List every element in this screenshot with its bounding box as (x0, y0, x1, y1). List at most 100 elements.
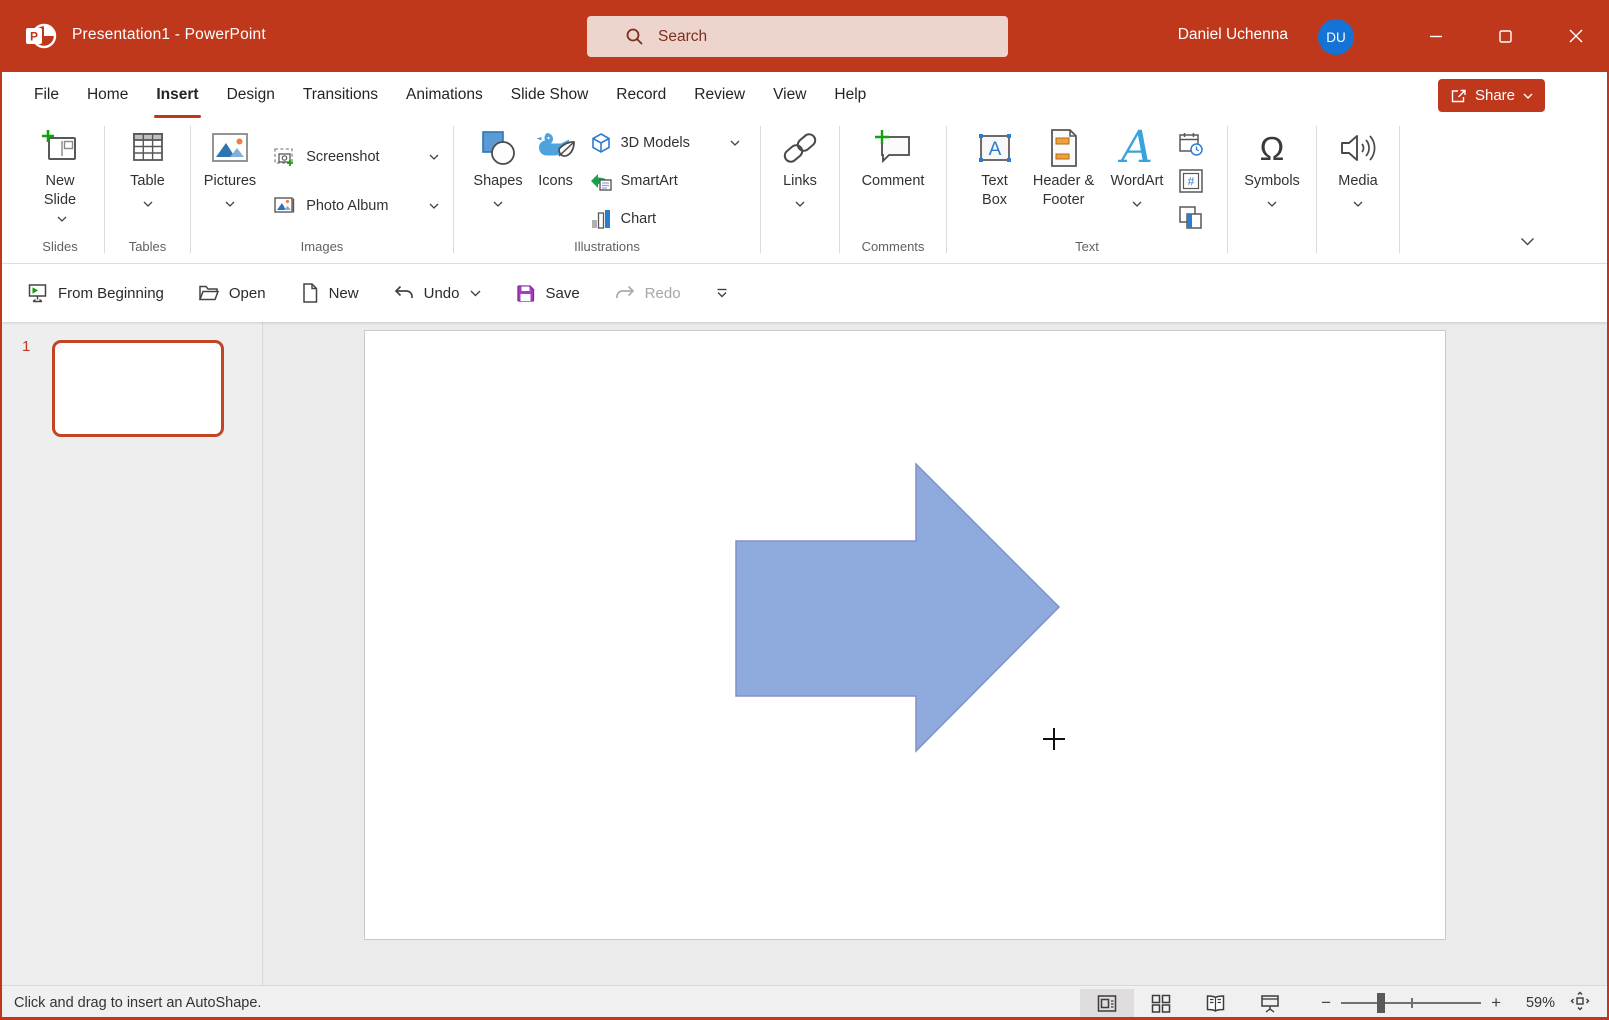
open-button[interactable]: Open (198, 283, 266, 303)
tab-help[interactable]: Help (820, 72, 880, 118)
quick-access-toolbar: From Beginning Open New Undo (2, 264, 1607, 322)
shapes-button[interactable]: Shapes (468, 122, 527, 239)
slide-sorter-view-button[interactable] (1134, 989, 1188, 1018)
zoom-in-button[interactable]: + (1481, 993, 1511, 1013)
group-label-slides: Slides (16, 239, 104, 263)
search-input[interactable]: Search (587, 16, 1008, 57)
title-bar: P Presentation1 - PowerPoint Search Dani… (2, 0, 1607, 72)
slide-show-button[interactable] (1243, 989, 1297, 1018)
new-slide-button[interactable]: New Slide (30, 122, 90, 239)
zoom-slider[interactable] (1341, 1002, 1481, 1004)
group-comments: Comment Comments (840, 118, 946, 263)
zoom-out-button[interactable]: − (1311, 993, 1341, 1013)
symbols-button[interactable]: Ω Symbols (1239, 122, 1305, 239)
close-button[interactable] (1552, 0, 1599, 72)
share-icon (1450, 88, 1467, 104)
svg-text:P: P (30, 30, 38, 44)
minimize-icon (1429, 29, 1443, 43)
smartart-icon (590, 170, 612, 192)
status-message: Click and drag to insert an AutoShape. (2, 995, 261, 1011)
open-folder-icon (198, 283, 220, 303)
search-icon (625, 27, 644, 46)
pictures-button[interactable]: Pictures (199, 122, 261, 239)
reading-view-button[interactable] (1188, 989, 1243, 1018)
group-links: Links (761, 118, 839, 263)
redo-button[interactable]: Redo (614, 283, 681, 303)
tab-slide-show[interactable]: Slide Show (497, 72, 603, 118)
toolbar-overflow-icon (715, 287, 729, 300)
workspace: 1 (2, 322, 1607, 985)
tab-animations[interactable]: Animations (392, 72, 497, 118)
collapse-ribbon-button[interactable] (1516, 229, 1539, 255)
media-speaker-icon (1338, 131, 1378, 165)
tab-record[interactable]: Record (602, 72, 680, 118)
icons-button[interactable]: Icons (530, 122, 582, 239)
object-button[interactable] (1176, 204, 1206, 232)
slide-canvas[interactable] (364, 330, 1446, 940)
header-footer-button[interactable]: Header & Footer (1026, 122, 1102, 239)
photo-album-button[interactable]: Photo Album (267, 193, 445, 219)
wordart-icon: A (1121, 126, 1153, 170)
table-button[interactable]: Table (124, 122, 172, 239)
maximize-button[interactable] (1482, 0, 1529, 72)
screenshot-button[interactable]: Screenshot (267, 143, 445, 171)
tab-review[interactable]: Review (680, 72, 759, 118)
slide-number-button[interactable]: # (1176, 167, 1206, 195)
pictures-icon (209, 130, 251, 166)
group-label-illustrations: Illustrations (454, 239, 760, 263)
from-beginning-icon (27, 282, 49, 304)
chevron-down-icon (429, 203, 439, 209)
save-button[interactable]: Save (515, 283, 579, 304)
user-avatar[interactable]: DU (1318, 19, 1354, 55)
text-box-button[interactable]: A Text Box (968, 122, 1022, 239)
slide-thumbnail-panel: 1 (2, 322, 263, 985)
tab-insert[interactable]: Insert (142, 72, 212, 118)
maximize-icon (1499, 30, 1512, 43)
powerpoint-window: P Presentation1 - PowerPoint Search Dani… (0, 0, 1609, 1020)
slide-thumbnail-1[interactable] (52, 340, 224, 437)
undo-icon (393, 283, 415, 303)
links-button[interactable]: Links (775, 122, 825, 239)
slide-sorter-icon (1150, 993, 1172, 1014)
comment-icon (872, 128, 914, 168)
chart-button[interactable]: Chart (584, 205, 746, 233)
header-footer-icon (1048, 128, 1080, 168)
fit-slide-to-window-button[interactable] (1565, 988, 1595, 1018)
window-title: Presentation1 - PowerPoint (72, 26, 266, 44)
share-button[interactable]: Share (1438, 79, 1545, 112)
tab-design[interactable]: Design (213, 72, 289, 118)
from-beginning-button[interactable]: From Beginning (27, 282, 164, 304)
media-button[interactable]: Media (1333, 122, 1383, 239)
chevron-down-icon (795, 201, 805, 207)
tab-file[interactable]: File (20, 72, 73, 118)
undo-button[interactable]: Undo (393, 283, 482, 303)
zoom-slider-center-tick (1411, 998, 1413, 1008)
chevron-down-icon (1267, 201, 1277, 207)
comment-button[interactable]: Comment (857, 122, 930, 239)
group-images: Pictures Screenshot (191, 118, 453, 263)
editing-canvas (263, 322, 1607, 985)
tab-transitions[interactable]: Transitions (289, 72, 392, 118)
3d-models-button[interactable]: 3D Models (584, 129, 746, 157)
tab-home[interactable]: Home (73, 72, 142, 118)
normal-view-button[interactable] (1080, 989, 1134, 1018)
group-label-symbols (1228, 239, 1316, 263)
group-label-media (1317, 239, 1399, 263)
group-symbols: Ω Symbols (1228, 118, 1316, 263)
customize-toolbar-button[interactable] (715, 287, 729, 300)
right-arrow-shape[interactable] (365, 331, 1447, 941)
tab-view[interactable]: View (759, 72, 820, 118)
normal-view-icon (1096, 993, 1118, 1014)
smartart-button[interactable]: SmartArt (584, 167, 746, 195)
wordart-button[interactable]: A WordArt (1106, 122, 1169, 239)
zoom-slider-thumb[interactable] (1377, 993, 1385, 1013)
date-time-button[interactable] (1176, 130, 1206, 158)
new-button[interactable]: New (300, 282, 359, 304)
slide-number-icon: # (1178, 168, 1204, 194)
new-slide-icon (40, 128, 80, 168)
group-label-images: Images (191, 239, 453, 263)
zoom-percentage[interactable]: 59% (1511, 995, 1555, 1011)
undo-dropdown-chevron-icon[interactable] (470, 290, 481, 297)
svg-text:#: # (1188, 174, 1195, 188)
minimize-button[interactable] (1412, 0, 1459, 72)
